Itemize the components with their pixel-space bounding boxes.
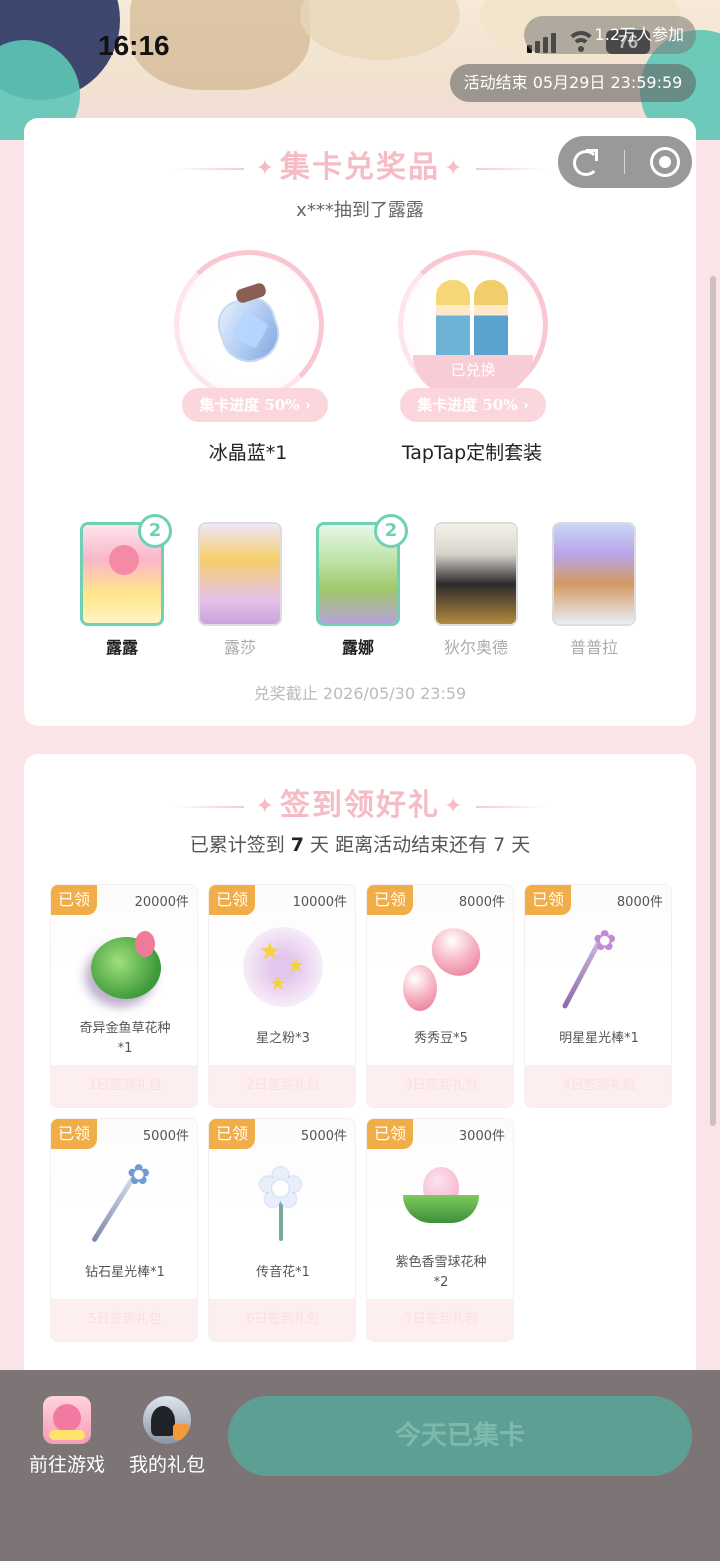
prize-taptap-set[interactable]: 已兑换: [398, 250, 548, 400]
prize-name-1: 冰晶蓝*1: [208, 442, 288, 464]
character-name: 狄尔奥德: [443, 638, 508, 657]
signin-title-row: ✦ 签到领好礼 ✦: [24, 780, 696, 824]
prize-progress-2[interactable]: 集卡进度 50% ›: [400, 388, 546, 422]
gift-day-label: 6日签到礼包: [209, 1299, 355, 1341]
character-name: 露莎: [223, 638, 256, 657]
character-lulu[interactable]: 2 露露: [80, 514, 172, 658]
my-gifts-button[interactable]: 我的礼包: [122, 1396, 212, 1477]
stock-count: 8000件: [458, 895, 505, 910]
stock-count: 8000件: [616, 895, 663, 910]
gift-day-label: 7日签到礼包: [367, 1299, 513, 1341]
game-app-icon: [43, 1396, 91, 1444]
stock-count: 10000件: [292, 895, 347, 910]
close-target-icon[interactable]: [649, 147, 680, 177]
character-card-row: 2 露露 露莎 2 露娜 狄尔奥德 普普拉: [80, 514, 640, 662]
stock-count: 20000件: [134, 895, 189, 910]
character-dierao[interactable]: 狄尔奥德: [434, 522, 518, 658]
gift-label: 秀秀豆*5: [414, 1031, 468, 1046]
days-left: 7: [493, 834, 506, 856]
stock-count: 5000件: [300, 1129, 347, 1144]
gift-label: 星之粉*3: [256, 1031, 310, 1046]
activity-end-pill: 活动结束 05月29日 23:59:59: [450, 64, 696, 102]
character-name: 露娜: [341, 638, 374, 657]
gift-day-5[interactable]: 已领 5000件 ✿ 钻石星光棒*1 5日签到礼包: [50, 1118, 198, 1342]
signin-card: ✦ 签到领好礼 ✦ 已累计签到 7 天 距离活动结束还有 7 天 已领 20000件…: [24, 754, 696, 1394]
join-text: 1.2万人参加: [594, 25, 684, 44]
gift-label: 传音花*1: [256, 1265, 310, 1280]
days-signed: 7: [290, 834, 304, 856]
character-luna[interactable]: 2 露娜: [316, 514, 408, 658]
join-count-pill: 1.2万人参加: [524, 16, 696, 54]
bottom-bar: 前往游戏 我的礼包 今天已集卡: [0, 1370, 720, 1561]
claimed-tag: 已领: [525, 885, 571, 915]
star-powder-icon: ★ ★ ★: [243, 927, 323, 1007]
scrollbar[interactable]: [710, 276, 716, 1126]
claimed-tag: 已领: [51, 1119, 97, 1149]
exchange-deadline: 兑奖截止 2026/05/30 23:59: [253, 684, 467, 703]
gift-day-6[interactable]: 已领 5000件 ✿ 传音花*1 6日签到礼包: [208, 1118, 356, 1342]
prize-ice-crystal[interactable]: [174, 250, 324, 400]
winner-text: x***抽到了露露: [296, 200, 424, 221]
share-icon[interactable]: [570, 147, 600, 177]
seed-icon: [85, 927, 165, 1007]
wand-icon: ✿: [559, 927, 639, 1010]
mini-program-menu[interactable]: [558, 136, 692, 188]
gift-day-label: 4日签到礼包: [525, 1065, 671, 1107]
gift-label: 紫色香雪球花种 *2: [395, 1255, 487, 1290]
exchange-title: 集卡兑奖品: [280, 150, 440, 185]
diamond-wand-icon: ✿: [85, 1161, 165, 1243]
prize-name-2: TapTap定制套装: [401, 442, 543, 464]
claimed-tag: 已领: [367, 1119, 413, 1149]
stock-count: 3000件: [458, 1129, 505, 1144]
prize-progress-1[interactable]: 集卡进度 50% ›: [182, 388, 328, 422]
character-pupula[interactable]: 普普拉: [552, 522, 636, 658]
card-count-badge: 2: [138, 514, 172, 548]
gift-day-label: 5日签到礼包: [51, 1299, 197, 1341]
signin-title: 签到领好礼: [280, 788, 440, 823]
gift-day-label: 3日签到礼包: [367, 1065, 513, 1107]
go-game-label: 前往游戏: [28, 1454, 105, 1476]
flower-icon: ✿: [243, 1161, 323, 1241]
collect-card-button[interactable]: 今天已集卡: [228, 1396, 692, 1476]
claimed-tag: 已领: [367, 885, 413, 915]
avatar: [143, 1396, 191, 1444]
lotus-seed-icon: [401, 1161, 481, 1241]
gift-label: 奇异金鱼草花种 *1: [79, 1021, 171, 1056]
gift-day-3[interactable]: 已领 8000件 秀秀豆*5 3日签到礼包: [366, 884, 514, 1108]
character-name: 露露: [105, 638, 138, 657]
gift-box-icon: [173, 1424, 189, 1440]
status-time: 16:16: [98, 30, 170, 61]
card-count-badge: 2: [374, 514, 408, 548]
gift-label: 明星星光棒*1: [559, 1031, 639, 1046]
gift-day-2[interactable]: 已领 10000件 ★ ★ ★ 星之粉*3 2日签到礼包: [208, 884, 356, 1108]
my-gifts-label: 我的礼包: [128, 1454, 205, 1476]
crystal-jar-icon: [211, 281, 287, 370]
exchange-card: ✦ 集卡兑奖品 ✦ x***抽到了露露 集卡进度 50% › 冰晶蓝*1 已兑换 集…: [24, 118, 696, 726]
bean-icon: [401, 921, 488, 1011]
gift-label: 钻石星光棒*1: [85, 1265, 165, 1280]
claimed-tag: 已领: [51, 885, 97, 915]
claimed-tag: 已领: [209, 1119, 255, 1149]
gift-day-7[interactable]: 已领 3000件 紫色香雪球花种 *2 7日签到礼包: [366, 1118, 514, 1342]
character-name: 普普拉: [569, 638, 618, 657]
stock-count: 5000件: [142, 1129, 189, 1144]
gift-day-4[interactable]: 已领 8000件 ✿ 明星星光棒*1 4日签到礼包: [524, 884, 672, 1108]
character-lusha[interactable]: 露莎: [198, 522, 282, 658]
signin-summary: 已累计签到 7 天 距离活动结束还有 7 天: [189, 834, 531, 856]
go-game-button[interactable]: 前往游戏: [22, 1396, 112, 1477]
gift-day-1[interactable]: 已领 20000件 奇异金鱼草花种 *1 1日签到礼包: [50, 884, 198, 1108]
claimed-tag: 已领: [209, 885, 255, 915]
gift-day-label: 1日签到礼包: [51, 1065, 197, 1107]
gift-day-label: 2日签到礼包: [209, 1065, 355, 1107]
